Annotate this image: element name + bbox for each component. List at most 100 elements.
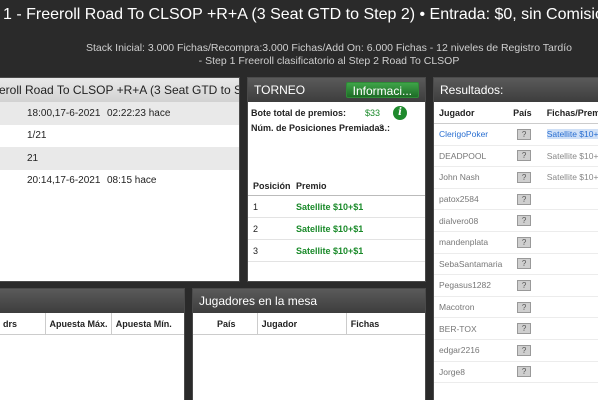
col-max-bet[interactable]: Apuesta Máx. xyxy=(46,313,112,334)
prize-value: Satellite $10+$1 xyxy=(296,223,364,234)
result-country: ? xyxy=(513,215,547,227)
col-player[interactable]: Jugador xyxy=(434,108,513,118)
results-row[interactable]: Macotron? xyxy=(434,297,598,319)
tournament-info-panel: eroll Road To CLSOP +R+A (3 Seat GTD to … xyxy=(0,77,240,282)
result-player: SebaSantamaria xyxy=(439,258,503,269)
unknown-flag-icon: ? xyxy=(517,128,532,140)
table-players-panel: Jugadores en la mesa País Jugador Fichas xyxy=(192,288,426,400)
info-button[interactable]: Informaci... xyxy=(345,82,419,98)
result-country: ? xyxy=(513,301,547,313)
result-country: ? xyxy=(513,171,547,183)
result-player: mandenplata xyxy=(439,237,489,248)
results-row[interactable]: SebaSantamaria? xyxy=(434,254,598,276)
result-country: ? xyxy=(513,150,547,162)
unknown-flag-icon: ? xyxy=(517,258,532,270)
col-chips-prize[interactable]: Fichas/Premio xyxy=(547,108,598,118)
prize-position: 3 xyxy=(253,245,259,256)
result-player: edgar2216 xyxy=(439,345,480,356)
result-player: John Nash xyxy=(439,172,480,183)
info-cell: 02:22:23 hace xyxy=(107,107,171,119)
unknown-flag-icon: ? xyxy=(517,344,532,356)
unknown-flag-icon: ? xyxy=(517,215,532,227)
results-panel-title: Resultados: xyxy=(434,78,598,102)
result-player: Jorge8 xyxy=(439,366,465,377)
col-player[interactable]: Jugador xyxy=(258,313,347,334)
prize-position: 2 xyxy=(253,223,259,234)
result-country: ? xyxy=(513,193,547,205)
prize-value: Satellite $10+$1 xyxy=(296,245,364,256)
result-player: Pegasus1282 xyxy=(439,280,491,291)
unknown-flag-icon: ? xyxy=(517,236,532,248)
tables-panel-title xyxy=(0,289,184,313)
col-min-bet[interactable]: Apuesta Mín. xyxy=(112,313,184,334)
results-row[interactable]: patox2584? xyxy=(434,189,598,211)
prize-row: 3 Satellite $10+$1 xyxy=(248,240,425,262)
results-row[interactable]: John Nash? Satellite $10+$1 xyxy=(434,167,598,189)
result-player: BER-TOX xyxy=(439,323,477,334)
table-players-title: Jugadores en la mesa xyxy=(193,289,425,313)
info-panel-title: eroll Road To CLSOP +R+A (3 Seat GTD to … xyxy=(0,78,239,102)
info-cell: 18:00,17-6-2021 xyxy=(27,107,101,119)
result-player: Macotron xyxy=(439,302,475,313)
result-country: ? xyxy=(513,344,547,356)
result-country: ? xyxy=(513,366,547,378)
table-players-header: País Jugador Fichas xyxy=(193,313,425,335)
result-player: ClerigoPoker xyxy=(439,129,489,140)
paid-positions-label: Núm. de Posiciones Premiadas.: xyxy=(251,123,391,133)
results-panel: Resultados: Jugador País Fichas/Premio C… xyxy=(433,77,598,400)
unknown-flag-icon: ? xyxy=(517,279,532,291)
result-chips-prize: Satellite $10+$1 xyxy=(546,129,598,140)
result-player: DEADPOOL xyxy=(439,150,487,161)
tournament-title: 1 - Freeroll Road To CLSOP +R+A (3 Seat … xyxy=(3,6,598,23)
prize-pool-value: $33 xyxy=(365,108,381,118)
col-country[interactable]: País xyxy=(193,313,258,334)
unknown-flag-icon: ? xyxy=(517,366,532,378)
info-row: 18:00,17-6-2021 02:22:23 hace xyxy=(0,102,239,125)
results-row[interactable]: edgar2216? xyxy=(434,340,598,362)
results-row[interactable]: BER-TOX? xyxy=(434,318,598,340)
col-chips[interactable]: Fichas xyxy=(347,313,425,334)
info-icon[interactable]: i xyxy=(393,106,407,120)
result-country: ? xyxy=(513,323,547,335)
info-cell: 08:15 hace xyxy=(107,175,157,187)
prize-pool-label: Bote total de premios: xyxy=(251,108,347,118)
unknown-flag-icon: ? xyxy=(517,323,532,335)
col-country[interactable]: País xyxy=(513,108,547,118)
info-cell: 21 xyxy=(27,152,39,164)
result-player: dialvero08 xyxy=(439,215,479,226)
results-row[interactable]: mandenplata? xyxy=(434,232,598,254)
unknown-flag-icon: ? xyxy=(517,150,532,162)
result-country: ? xyxy=(513,279,547,291)
unknown-flag-icon: ? xyxy=(517,171,532,183)
results-row[interactable]: DEADPOOL? Satellite $10+$1 xyxy=(434,146,598,168)
prize-row: 1 Satellite $10+$1 xyxy=(248,196,425,218)
result-player: patox2584 xyxy=(439,194,479,205)
col-players-short[interactable]: drs xyxy=(0,313,46,334)
torneo-panel: TORNEO Informaci... Bote total de premio… xyxy=(247,77,426,282)
results-row[interactable]: Pegasus1282? xyxy=(434,275,598,297)
info-cell: 1/21 xyxy=(27,130,47,142)
unknown-flag-icon: ? xyxy=(517,193,532,205)
info-row: 21 xyxy=(0,147,239,170)
paid-positions-value: 3 xyxy=(379,123,385,133)
unknown-flag-icon: ? xyxy=(517,301,532,313)
result-chips-prize: Satellite $10+$1 xyxy=(546,150,598,161)
info-cell: 20:14,17-6-2021 xyxy=(27,175,101,187)
info-row: 1/21 xyxy=(0,125,239,148)
results-row[interactable]: Jorge8? xyxy=(434,362,598,384)
results-table-header: Jugador País Fichas/Premio xyxy=(434,102,598,124)
prize-table-header: Posición Premio xyxy=(248,174,425,196)
col-position: Posición xyxy=(253,181,291,191)
prize-value: Satellite $10+$1 xyxy=(296,201,364,212)
tables-panel: drs Apuesta Máx. Apuesta Mín. xyxy=(0,288,185,400)
col-prize: Premio xyxy=(296,181,327,191)
tournament-subtitle-line1: Stack Inicial: 3.000 Fichas/Recompra:3.0… xyxy=(86,42,572,54)
results-row[interactable]: dialvero08? xyxy=(434,210,598,232)
tournament-subtitle-line2: - Step 1 Freeroll clasificatorio al Step… xyxy=(198,55,460,67)
prize-row: 2 Satellite $10+$1 xyxy=(248,218,425,240)
result-country: ? xyxy=(513,128,547,140)
results-row[interactable]: ClerigoPoker? Satellite $10+$1 xyxy=(434,124,598,146)
tables-header: drs Apuesta Máx. Apuesta Mín. xyxy=(0,313,184,335)
result-country: ? xyxy=(513,258,547,270)
result-chips-prize: Satellite $10+$1 xyxy=(546,172,598,183)
